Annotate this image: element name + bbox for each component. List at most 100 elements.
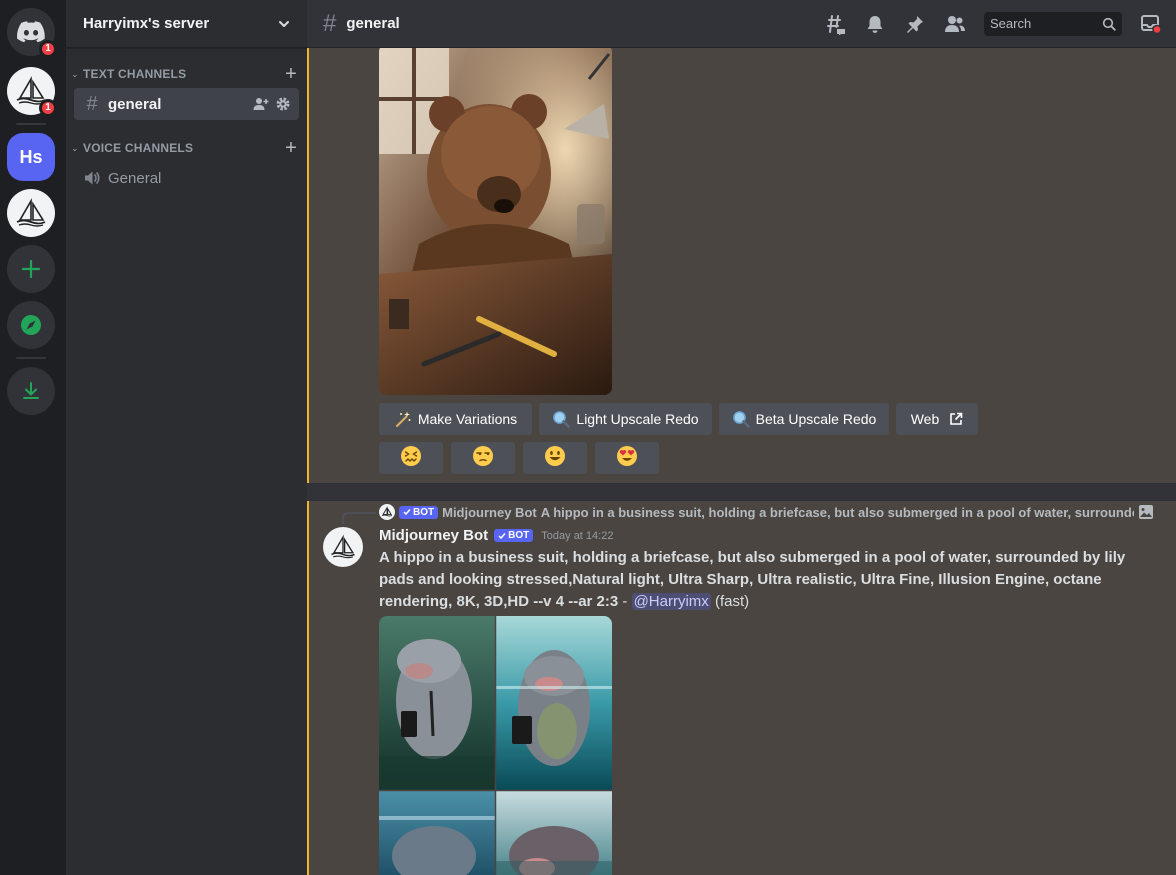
mention-highlight-bar bbox=[307, 501, 309, 875]
invite-icon[interactable] bbox=[253, 96, 269, 112]
button-label: Web bbox=[910, 411, 940, 427]
header-toolbar bbox=[824, 11, 1162, 36]
reply-text[interactable]: A hippo in a business suit, holding a br… bbox=[541, 505, 1134, 520]
hashtag-icon: # bbox=[323, 9, 337, 37]
author-avatar[interactable] bbox=[323, 527, 363, 567]
reply-spine bbox=[342, 512, 376, 524]
external-link-icon bbox=[950, 412, 963, 425]
member-list-icon[interactable] bbox=[944, 13, 966, 35]
threads-icon[interactable] bbox=[824, 13, 846, 35]
message-divider bbox=[307, 483, 1176, 501]
inbox-icon[interactable] bbox=[1140, 13, 1162, 35]
sailboat-icon bbox=[381, 506, 393, 517]
download-icon bbox=[23, 382, 39, 399]
channel-header: # general bbox=[307, 0, 1176, 48]
discord-logo-icon bbox=[17, 21, 45, 43]
create-channel-icon[interactable]: + bbox=[285, 138, 297, 158]
magnifier-icon bbox=[553, 411, 571, 428]
server-initials: Hs bbox=[19, 146, 43, 167]
reaction-grinning-button[interactable] bbox=[523, 442, 587, 474]
channel-label: general bbox=[108, 95, 162, 113]
reaction-unamused-button[interactable] bbox=[451, 442, 515, 474]
server-midjourney-dm[interactable]: 1 bbox=[7, 67, 57, 117]
speaker-icon bbox=[82, 169, 102, 187]
voice-channel-general[interactable]: General bbox=[74, 162, 299, 194]
sailboat-icon bbox=[16, 198, 46, 227]
rail-separator bbox=[16, 123, 46, 125]
chat-area: # general Search Make Variations Light U… bbox=[307, 0, 1176, 875]
checkmark-icon bbox=[403, 509, 411, 516]
home-button[interactable]: 1 bbox=[7, 8, 57, 58]
channel-tools bbox=[253, 96, 291, 112]
mention-highlight-bar bbox=[307, 48, 309, 483]
bear-artwork bbox=[379, 44, 612, 395]
rail-separator bbox=[16, 357, 46, 359]
message-header: Midjourney Bot BOT Today at 14:22 bbox=[379, 527, 613, 544]
bot-tag: BOT bbox=[399, 505, 439, 519]
midjourney-notification-badge: 1 bbox=[39, 99, 57, 117]
author-name[interactable]: Midjourney Bot bbox=[379, 527, 488, 544]
checkmark-icon bbox=[498, 532, 506, 539]
channel-general[interactable]: # general bbox=[74, 88, 299, 120]
category-label: VOICE CHANNELS bbox=[83, 141, 194, 155]
hippo-grid-image-attachment[interactable] bbox=[379, 616, 612, 875]
reply-preview[interactable]: BOT Midjourney Bot A hippo in a business… bbox=[379, 503, 1154, 521]
channel-label: General bbox=[108, 169, 162, 187]
heart-eyes-face-icon bbox=[616, 445, 638, 472]
category-label: TEXT CHANNELS bbox=[83, 67, 187, 81]
server-midjourney[interactable] bbox=[7, 189, 55, 237]
discord-app: 1 1 Hs Harryimx's server ⌄ TEXT CHANNELS… bbox=[0, 0, 1176, 875]
magic-wand-icon bbox=[395, 411, 411, 427]
hippo-grid-artwork bbox=[379, 616, 612, 875]
channel-title: general bbox=[346, 15, 400, 32]
speed-text: (fast) bbox=[714, 593, 750, 610]
light-upscale-redo-button[interactable]: Light Upscale Redo bbox=[539, 403, 712, 435]
chevron-down-icon: ⌄ bbox=[71, 143, 79, 153]
server-name: Harryimx's server bbox=[83, 15, 210, 32]
reply-avatar bbox=[379, 504, 395, 520]
reply-author[interactable]: Midjourney Bot bbox=[442, 505, 537, 520]
web-link-button[interactable]: Web bbox=[896, 403, 978, 435]
reaction-heart-eyes-button[interactable] bbox=[595, 442, 659, 474]
gear-icon[interactable] bbox=[275, 96, 291, 112]
prompt-text: A hippo in a business suit, holding a br… bbox=[379, 549, 1126, 610]
grinning-face-icon bbox=[544, 445, 566, 472]
home-notification-badge: 1 bbox=[39, 40, 57, 58]
image-icon bbox=[1139, 505, 1153, 519]
beta-upscale-redo-button[interactable]: Beta Upscale Redo bbox=[719, 403, 889, 435]
hashtag-icon: # bbox=[86, 92, 98, 115]
add-server-button[interactable] bbox=[7, 245, 55, 293]
search-icon bbox=[1102, 17, 1116, 31]
category-voice-channels[interactable]: ⌄ VOICE CHANNELS + bbox=[66, 138, 307, 158]
explore-servers-button[interactable] bbox=[7, 301, 55, 349]
download-apps-button[interactable] bbox=[7, 367, 55, 415]
channel-sidebar: Harryimx's server ⌄ TEXT CHANNELS + # ge… bbox=[66, 0, 307, 875]
bell-icon[interactable] bbox=[864, 13, 886, 35]
magnifier-icon bbox=[732, 411, 750, 428]
reaction-confounded-button[interactable] bbox=[379, 442, 443, 474]
chevron-down-icon: ⌄ bbox=[71, 69, 79, 79]
confounded-face-icon bbox=[400, 445, 422, 472]
server-rail: 1 1 Hs bbox=[0, 0, 66, 875]
search-input[interactable] bbox=[990, 16, 1100, 31]
unamused-face-icon bbox=[472, 445, 494, 472]
user-mention[interactable]: @Harryimx bbox=[631, 593, 711, 610]
server-header[interactable]: Harryimx's server bbox=[66, 0, 307, 48]
sailboat-icon bbox=[331, 534, 355, 559]
search-bar[interactable] bbox=[984, 11, 1122, 36]
chevron-down-icon bbox=[279, 20, 289, 27]
button-label: Light Upscale Redo bbox=[576, 411, 699, 427]
message-content: A hippo in a business suit, holding a br… bbox=[379, 547, 1154, 613]
message-timestamp: Today at 14:22 bbox=[541, 529, 614, 542]
separator-text: - bbox=[618, 593, 632, 610]
pin-icon[interactable] bbox=[904, 13, 926, 35]
create-channel-icon[interactable]: + bbox=[285, 64, 297, 84]
plus-icon bbox=[21, 259, 41, 279]
category-text-channels[interactable]: ⌄ TEXT CHANNELS + bbox=[66, 64, 307, 84]
bear-image-attachment[interactable] bbox=[379, 44, 612, 395]
server-harryimx[interactable]: Hs bbox=[7, 133, 55, 181]
bot-tag: BOT bbox=[494, 529, 534, 542]
button-label: Make Variations bbox=[417, 411, 518, 427]
compass-icon bbox=[21, 315, 41, 335]
make-variations-button[interactable]: Make Variations bbox=[379, 403, 532, 435]
